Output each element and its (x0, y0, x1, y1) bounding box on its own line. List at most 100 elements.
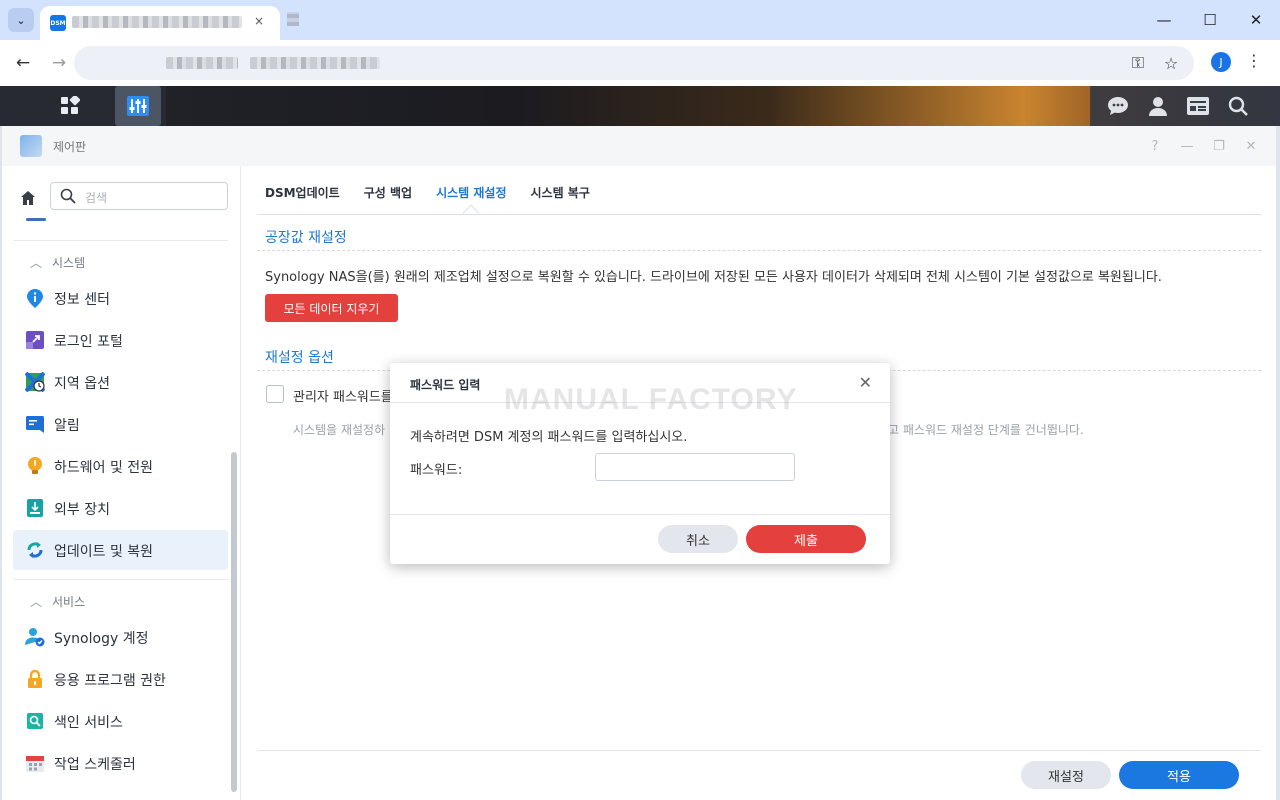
tab-system-recovery[interactable]: 시스템 복구 (530, 184, 589, 201)
search-icon (60, 188, 76, 204)
sidebar-search-input[interactable]: 검색 (50, 182, 228, 210)
sidebar-divider (14, 579, 228, 580)
widgets-button[interactable] (1178, 86, 1218, 126)
password-key-icon[interactable]: ⚿ (1127, 52, 1149, 74)
sidebar-group-label: 서비스 (52, 595, 86, 609)
sidebar-item-label: 색인 서비스 (54, 715, 123, 731)
sidebar-group-label: 시스템 (52, 256, 86, 270)
browser-menu-button[interactable]: ⋮ (1246, 51, 1262, 70)
sidebar-item-app-privileges[interactable]: 응용 프로그램 권한 (13, 659, 228, 699)
tab-label: 시스템 재설정 (436, 186, 507, 200)
home-button[interactable] (14, 184, 42, 212)
restore-button[interactable]: ❐ (1209, 136, 1229, 156)
window-maximize-button[interactable]: ☐ (1198, 9, 1222, 31)
sidebar-item-task-scheduler[interactable]: 작업 스케줄러 (13, 743, 228, 783)
grid-icon (61, 96, 80, 114)
restore-icon: ❐ (1213, 138, 1225, 154)
login-portal-icon (26, 331, 44, 349)
chevron-up-icon: ︿ (30, 595, 43, 609)
browser-tab[interactable]: DSM × (40, 6, 280, 40)
tab-close-button[interactable]: × (254, 14, 264, 28)
active-tab-caret (462, 204, 480, 222)
sidebar-group-services[interactable]: ︿ 서비스 (30, 593, 85, 610)
button-label: 적용 (1167, 769, 1191, 785)
kebab-icon: ⋮ (1246, 51, 1262, 70)
reset-admin-password-checkbox[interactable] (266, 385, 284, 403)
sidebar-item-label: 외부 장치 (54, 502, 110, 518)
dialog-title: 패스워드 입력 (410, 378, 481, 392)
tab-search-button[interactable]: ⌄ (8, 8, 34, 32)
sidebar-item-login-portal[interactable]: 로그인 포털 (13, 320, 228, 360)
section-title-reset-options: 재설정 옵션 (265, 350, 334, 366)
submit-button[interactable]: 제출 (746, 525, 866, 553)
tab-label: DSM업데이트 (265, 186, 340, 200)
factory-reset-description: Synology NAS을(를) 원래의 제조업체 설정으로 복원할 수 있습니… (265, 270, 1162, 285)
sidebar-border (240, 166, 241, 800)
sidebar-item-info-center[interactable]: 정보 센터 (13, 278, 228, 318)
sidebar-item-synology-account[interactable]: Synology 계정 (13, 617, 228, 657)
sidebar-scrollbar[interactable] (231, 452, 237, 792)
window-close-button[interactable]: ✕ (1244, 9, 1268, 31)
bookmark-star-icon[interactable]: ☆ (1160, 52, 1182, 74)
sidebar-item-update-restore[interactable]: 업데이트 및 복원 (13, 530, 228, 570)
widget-icon (1187, 97, 1209, 115)
calendar-icon (26, 756, 44, 772)
sidebar-item-notification[interactable]: 알림 (13, 404, 228, 444)
close-button[interactable]: ✕ (1241, 136, 1261, 156)
sidebar-item-hardware-power[interactable]: 하드웨어 및 전원 (13, 446, 228, 486)
back-button[interactable]: ← (11, 51, 35, 75)
sidebar-item-label: 정보 센터 (54, 292, 110, 308)
erase-all-data-button[interactable]: 모든 데이터 지우기 (265, 294, 398, 322)
chevron-up-icon: ︿ (30, 256, 43, 270)
reset-button[interactable]: 재설정 (1021, 761, 1111, 789)
url-field[interactable]: ⚿ ☆ (74, 46, 1194, 80)
dsm-taskbar (0, 86, 1280, 126)
taskbar-control-panel-button[interactable] (115, 86, 161, 126)
tab-config-backup[interactable]: 구성 백업 (364, 184, 412, 201)
window-minimize-button[interactable]: — (1152, 9, 1176, 31)
lock-icon (28, 669, 42, 688)
control-panel-icon (127, 96, 149, 116)
sidebar-item-indexing-service[interactable]: 색인 서비스 (13, 701, 228, 741)
sidebar-item-region-options[interactable]: 지역 옵션 (13, 362, 228, 402)
dialog-message: 계속하려면 DSM 계정의 패스워드를 입력하십시오. (410, 430, 688, 445)
chevron-down-icon: ⌄ (16, 13, 26, 27)
help-button[interactable]: ? (1145, 136, 1165, 156)
sidebar-item-label: 알림 (54, 418, 80, 434)
tab-dsm-update[interactable]: DSM업데이트 (265, 184, 340, 201)
tab-title-blurred (72, 16, 242, 28)
sidebar-item-label: 작업 스케줄러 (54, 757, 136, 773)
window-title-bar[interactable]: 제어판 ? — ❐ ✕ (2, 126, 1276, 166)
section-title-factory-reset: 공장값 재설정 (265, 230, 347, 246)
sidebar-item-label: 응용 프로그램 권한 (54, 673, 166, 689)
chat-button[interactable] (1098, 86, 1138, 126)
main-menu-button[interactable] (47, 86, 93, 126)
minimize-button[interactable]: — (1177, 136, 1197, 156)
sidebar-group-system[interactable]: ︿ 시스템 (30, 254, 85, 271)
close-icon: × (253, 14, 264, 28)
sidebar-item-external-devices[interactable]: 외부 장치 (13, 488, 228, 528)
button-label: 취소 (686, 533, 710, 549)
sidebar-item-label: Synology 계정 (54, 631, 149, 647)
dialog-footer-divider (390, 514, 890, 515)
password-label: 패스워드: (410, 463, 463, 478)
password-field[interactable] (595, 453, 795, 481)
apply-button[interactable]: 적용 (1119, 761, 1239, 789)
user-button[interactable] (1138, 86, 1178, 126)
scrolled-item-stub (26, 218, 46, 221)
close-icon: ✕ (1245, 138, 1257, 154)
tab-label: 시스템 복구 (530, 186, 590, 200)
tab-divider (257, 214, 1261, 215)
dialog-close-button[interactable]: ✕ (859, 373, 872, 392)
index-service-icon (27, 713, 43, 729)
profile-avatar[interactable]: J (1211, 52, 1231, 72)
key-glyph: ⚿ (1131, 53, 1145, 72)
button-label: 모든 데이터 지우기 (283, 301, 380, 316)
favicon-label: DSM (50, 19, 66, 27)
new-tab-button[interactable] (287, 12, 299, 26)
button-label: 재설정 (1048, 769, 1084, 785)
tab-system-reset[interactable]: 시스템 재설정 (436, 184, 507, 222)
forward-button[interactable]: → (47, 51, 71, 75)
cancel-button[interactable]: 취소 (658, 525, 738, 553)
search-button[interactable] (1218, 86, 1258, 126)
